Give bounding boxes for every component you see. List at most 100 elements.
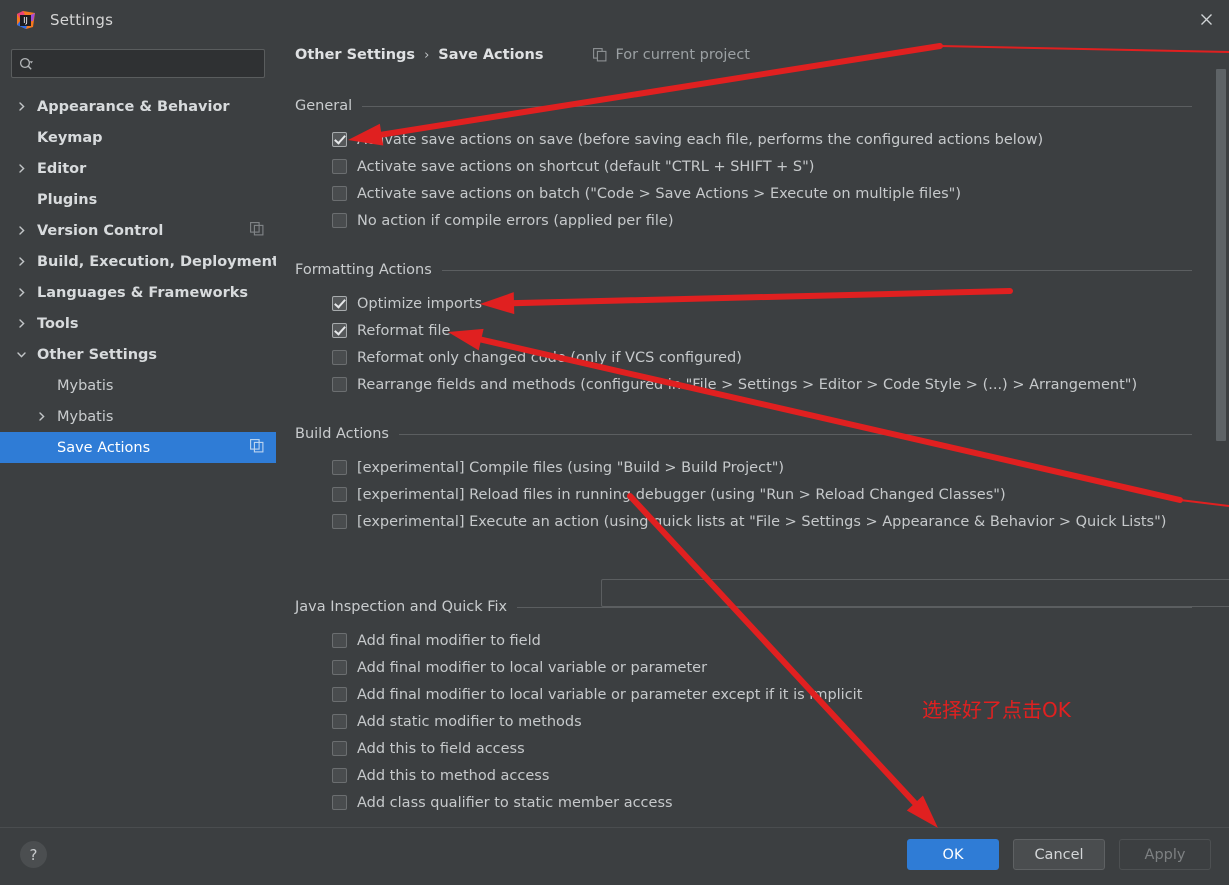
checkbox-checked[interactable] bbox=[332, 296, 347, 311]
sidebar-item-label: Plugins bbox=[37, 191, 98, 208]
quick-list-combobox[interactable] bbox=[601, 579, 1229, 607]
option-list: Add final modifier to field Add final mod… bbox=[295, 627, 1192, 816]
sidebar-item-save-actions[interactable]: Save Actions bbox=[0, 432, 276, 463]
option-label: Add final modifier to local variable or … bbox=[357, 686, 863, 703]
option-row[interactable]: Optimize imports bbox=[295, 290, 1192, 317]
checkbox-unchecked[interactable] bbox=[332, 795, 347, 810]
checkbox-unchecked[interactable] bbox=[332, 768, 347, 783]
sidebar-item-build-execution-deployment[interactable]: Build, Execution, Deployment bbox=[0, 246, 279, 277]
chevron-right-icon[interactable] bbox=[14, 161, 29, 176]
checkbox-unchecked[interactable] bbox=[332, 741, 347, 756]
option-row[interactable]: Add static modifier to methods bbox=[295, 708, 1192, 735]
option-label: Activate save actions on shortcut (defau… bbox=[357, 158, 815, 175]
option-row[interactable]: Add class qualifier to static member acc… bbox=[295, 789, 1192, 816]
sidebar-item-tools[interactable]: Tools bbox=[0, 308, 276, 339]
option-row[interactable]: Activate save actions on save (before sa… bbox=[295, 126, 1192, 153]
option-list: [experimental] Compile files (using "Bui… bbox=[295, 454, 1192, 535]
checkbox-unchecked[interactable] bbox=[332, 660, 347, 675]
search-input[interactable] bbox=[40, 50, 264, 77]
sidebar-item-label: Build, Execution, Deployment bbox=[37, 253, 279, 270]
checkbox-unchecked[interactable] bbox=[332, 159, 347, 174]
option-row[interactable]: Reformat file bbox=[295, 317, 1192, 344]
section-java-inspection-and-quick-fix: Java Inspection and Quick Fix Add final m… bbox=[295, 597, 1192, 816]
checkbox-unchecked[interactable] bbox=[332, 633, 347, 648]
option-row[interactable]: Add this to method access bbox=[295, 762, 1192, 789]
option-label: Optimize imports bbox=[357, 295, 483, 312]
section-general: General Activate save actions on save (be… bbox=[295, 96, 1192, 234]
search-icon bbox=[12, 50, 40, 77]
window-title: Settings bbox=[50, 10, 114, 29]
close-icon[interactable] bbox=[1183, 0, 1229, 39]
sidebar-item-mybatis[interactable]: Mybatis bbox=[0, 370, 276, 401]
dialog-footer: ? OK Cancel Apply bbox=[0, 827, 1229, 882]
option-row[interactable]: Add this to field access bbox=[295, 735, 1192, 762]
chevron-right-icon[interactable] bbox=[14, 285, 29, 300]
chevron-right-icon[interactable] bbox=[14, 254, 29, 269]
apply-button: Apply bbox=[1119, 839, 1211, 870]
option-row[interactable]: Add final modifier to local variable or … bbox=[295, 681, 1192, 708]
checkbox-unchecked[interactable] bbox=[332, 186, 347, 201]
option-row[interactable]: Add final modifier to local variable or … bbox=[295, 654, 1192, 681]
option-row[interactable]: Activate save actions on batch ("Code > … bbox=[295, 180, 1192, 207]
chevron-right-icon[interactable] bbox=[14, 223, 29, 238]
section-divider bbox=[398, 433, 1192, 435]
option-label: Add class qualifier to static member acc… bbox=[357, 794, 673, 811]
sidebar-item-appearance-behavior[interactable]: Appearance & Behavior bbox=[0, 91, 276, 122]
sidebar-item-other-settings[interactable]: Other Settings bbox=[0, 339, 276, 370]
ok-button[interactable]: OK bbox=[907, 839, 999, 870]
option-row[interactable]: Add final modifier to field bbox=[295, 627, 1192, 654]
help-button[interactable]: ? bbox=[20, 841, 47, 868]
main-scrollbar[interactable] bbox=[1216, 41, 1226, 825]
checkbox-checked[interactable] bbox=[332, 132, 347, 147]
option-row[interactable]: Activate save actions on shortcut (defau… bbox=[295, 153, 1192, 180]
checkbox-unchecked[interactable] bbox=[332, 377, 347, 392]
copy-icon bbox=[250, 221, 264, 240]
section-header: Build Actions bbox=[295, 424, 1192, 444]
checkbox-unchecked[interactable] bbox=[332, 460, 347, 475]
section-build-actions: Build Actions [experimental] Compile file… bbox=[295, 424, 1192, 535]
settings-main-panel: Other Settings › Save Actions For curren… bbox=[276, 39, 1229, 827]
breadcrumb-parent[interactable]: Other Settings bbox=[295, 47, 415, 63]
cancel-button[interactable]: Cancel bbox=[1013, 839, 1105, 870]
copy-icon bbox=[593, 48, 607, 62]
option-row[interactable]: Reformat only changed code (only if VCS … bbox=[295, 344, 1192, 371]
sidebar-item-label: Other Settings bbox=[37, 346, 158, 363]
option-label: Reformat only changed code (only if VCS … bbox=[357, 349, 742, 366]
section-title: Formatting Actions bbox=[295, 262, 432, 278]
sidebar-item-label: Editor bbox=[37, 160, 87, 177]
chevron-right-icon[interactable] bbox=[14, 316, 29, 331]
checkbox-unchecked[interactable] bbox=[332, 714, 347, 729]
dialog-body: Appearance & Behavior Keymap Editor Plugins… bbox=[0, 39, 1229, 827]
sidebar-item-languages-frameworks[interactable]: Languages & Frameworks bbox=[0, 277, 276, 308]
option-row[interactable]: Rearrange fields and methods (configured… bbox=[295, 371, 1192, 398]
option-row[interactable]: [experimental] Compile files (using "Bui… bbox=[295, 454, 1192, 481]
sidebar-item-editor[interactable]: Editor bbox=[0, 153, 276, 184]
chevron-down-icon[interactable] bbox=[14, 347, 29, 362]
sidebar-item-keymap[interactable]: Keymap bbox=[0, 122, 276, 153]
option-label: Add this to method access bbox=[357, 767, 550, 784]
section-title: General bbox=[295, 98, 353, 114]
settings-sidebar: Appearance & Behavior Keymap Editor Plugins… bbox=[0, 39, 279, 827]
option-row[interactable]: [experimental] Reload files in running d… bbox=[295, 481, 1192, 508]
option-list: Activate save actions on save (before sa… bbox=[295, 126, 1192, 234]
sidebar-item-version-control[interactable]: Version Control bbox=[0, 215, 276, 246]
sidebar-item-plugins[interactable]: Plugins bbox=[0, 184, 276, 215]
search-box[interactable] bbox=[11, 49, 265, 78]
sidebar-item-mybatis[interactable]: Mybatis bbox=[0, 401, 276, 432]
intellij-idea-logo-icon: IJ bbox=[16, 10, 36, 30]
sidebar-item-label: Keymap bbox=[37, 129, 103, 146]
checkbox-unchecked[interactable] bbox=[332, 213, 347, 228]
chevron-right-icon[interactable] bbox=[34, 409, 49, 424]
option-row[interactable]: No action if compile errors (applied per… bbox=[295, 207, 1192, 234]
sidebar-item-label: Save Actions bbox=[57, 439, 151, 456]
checkbox-unchecked[interactable] bbox=[332, 350, 347, 365]
checkbox-unchecked[interactable] bbox=[332, 514, 347, 529]
checkbox-unchecked[interactable] bbox=[332, 487, 347, 502]
checkbox-checked[interactable] bbox=[332, 323, 347, 338]
checkbox-unchecked[interactable] bbox=[332, 687, 347, 702]
chevron-right-icon[interactable] bbox=[14, 99, 29, 114]
option-row[interactable]: [experimental] Execute an action (using … bbox=[295, 508, 1192, 535]
main-scrollbar-thumb[interactable] bbox=[1216, 69, 1226, 441]
